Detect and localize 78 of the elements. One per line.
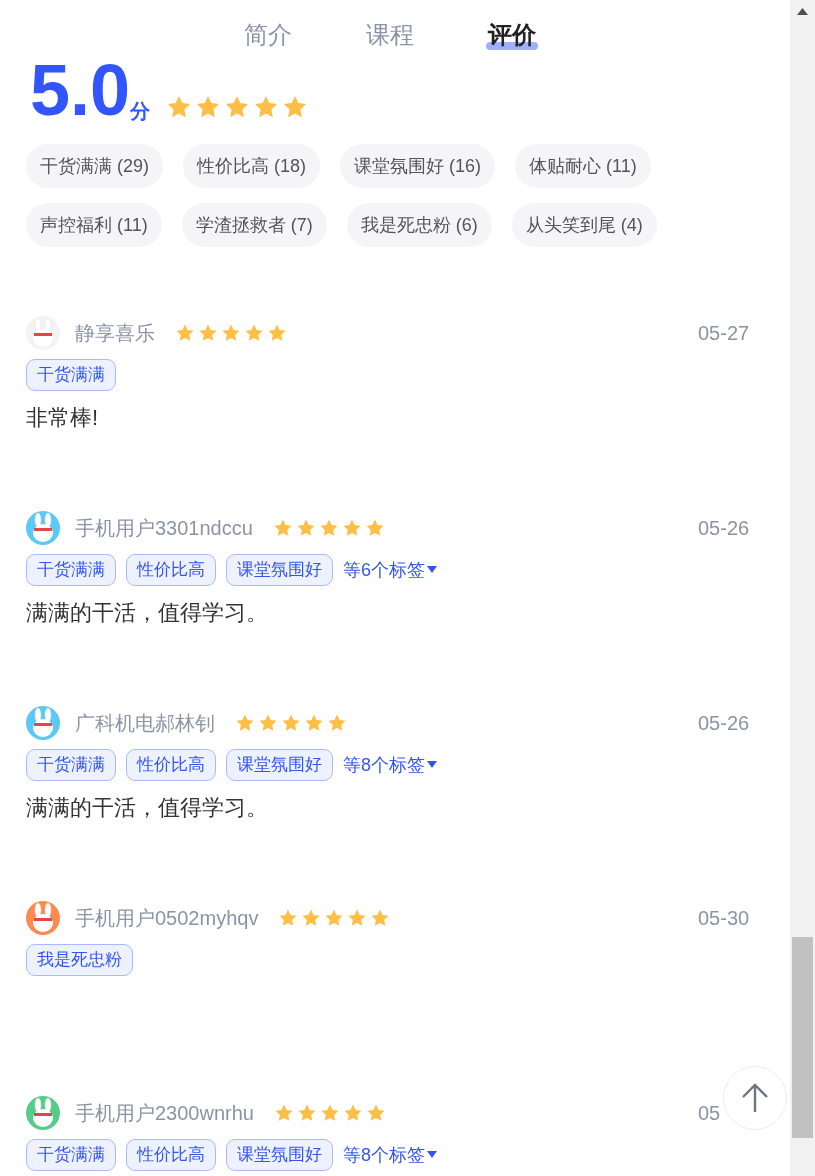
star-icon <box>258 713 278 733</box>
star-icon <box>278 908 299 928</box>
more-tags-toggle[interactable]: 等6个标签 <box>343 556 437 584</box>
caret-icon <box>427 761 437 769</box>
user-name: 手机用户3301ndccu <box>75 516 253 541</box>
tag-filter-chip[interactable]: 声控福利 (11) <box>26 203 162 247</box>
tab[interactable]: 评价 <box>486 18 538 52</box>
star-icon <box>221 323 241 343</box>
star-icon <box>244 323 264 343</box>
review-tag: 干货满满 <box>26 1139 116 1171</box>
review-tag: 性价比高 <box>126 554 216 586</box>
star-icon <box>318 518 339 538</box>
star-icon <box>342 1103 363 1123</box>
user-name: 手机用户2300wnrhu <box>75 1101 254 1126</box>
rating-unit: 分 <box>130 100 151 124</box>
review-tag: 干货满满 <box>26 749 116 781</box>
avatar-icon <box>26 316 60 350</box>
more-tags-toggle[interactable]: 等8个标签 <box>343 1141 437 1169</box>
review-date: 05-26 <box>698 711 751 736</box>
star-icon <box>319 1103 340 1123</box>
star-icon <box>281 713 301 733</box>
star-icon <box>327 713 347 733</box>
star-icon <box>198 323 218 343</box>
star-icon <box>195 94 222 120</box>
tag-filter-chip[interactable]: 性价比高 (18) <box>183 144 321 188</box>
tag-filter-chip[interactable]: 我是死忠粉 (6) <box>346 203 492 247</box>
review-tag: 课堂氛围好 <box>226 554 333 586</box>
tag-filter-chip[interactable]: 学渣拯救者 (7) <box>181 203 327 247</box>
user-name: 静享喜乐 <box>75 321 155 346</box>
rating-score: 5.0 <box>30 54 131 126</box>
review-tag: 干货满满 <box>26 359 116 391</box>
star-icon <box>253 94 280 120</box>
tag-filter-chip[interactable]: 从头笑到尾 (4) <box>511 203 657 247</box>
star-icon <box>301 908 322 928</box>
star-icon <box>341 518 362 538</box>
star-icon <box>273 1103 294 1123</box>
star-icon <box>295 518 316 538</box>
caret-icon <box>427 1151 437 1159</box>
review-tag: 课堂氛围好 <box>226 749 333 781</box>
scroll-up-icon[interactable] <box>797 8 808 15</box>
star-icon <box>224 94 251 120</box>
tag-filter-chip[interactable]: 课堂氛围好 (16) <box>340 144 496 188</box>
review-comment: 非常棒! <box>26 404 100 432</box>
review-tag: 性价比高 <box>126 749 216 781</box>
star-icon <box>282 94 309 120</box>
star-icon <box>267 323 287 343</box>
star-icon <box>296 1103 317 1123</box>
star-icon <box>235 713 255 733</box>
review-date: 05-30 <box>698 906 751 931</box>
review-comment: 满满的干活，值得学习。 <box>26 599 269 627</box>
avatar-icon <box>26 511 60 545</box>
review-comment: 满满的干活，值得学习。 <box>26 794 269 822</box>
review-date: 05 <box>698 1101 722 1126</box>
avatar-icon <box>26 901 60 935</box>
tag-filter-chip[interactable]: 体贴耐心 (11) <box>515 144 651 188</box>
star-icon <box>365 1103 386 1123</box>
more-tags-toggle[interactable]: 等8个标签 <box>343 751 437 779</box>
avatar-icon <box>26 706 60 740</box>
star-icon <box>272 518 293 538</box>
scrollbar-thumb[interactable] <box>792 937 813 1138</box>
review-tag: 性价比高 <box>126 1139 216 1171</box>
avatar-icon <box>26 1096 60 1130</box>
caret-icon <box>427 566 437 574</box>
star-icon <box>347 908 368 928</box>
user-name: 手机用户0502myhqv <box>75 906 259 931</box>
star-icon <box>324 908 345 928</box>
star-icon <box>166 94 193 120</box>
tag-filter-chip[interactable]: 干货满满 (29) <box>26 144 163 188</box>
star-icon <box>304 713 324 733</box>
star-icon <box>364 518 385 538</box>
review-date: 05-27 <box>698 321 751 346</box>
review-tag: 我是死忠粉 <box>26 944 133 976</box>
star-icon <box>175 323 195 343</box>
user-name: 广科机电郝林钊 <box>75 711 215 736</box>
review-tag: 干货满满 <box>26 554 116 586</box>
review-tag: 课堂氛围好 <box>226 1139 333 1171</box>
review-date: 05-26 <box>698 516 751 541</box>
star-icon <box>370 908 391 928</box>
